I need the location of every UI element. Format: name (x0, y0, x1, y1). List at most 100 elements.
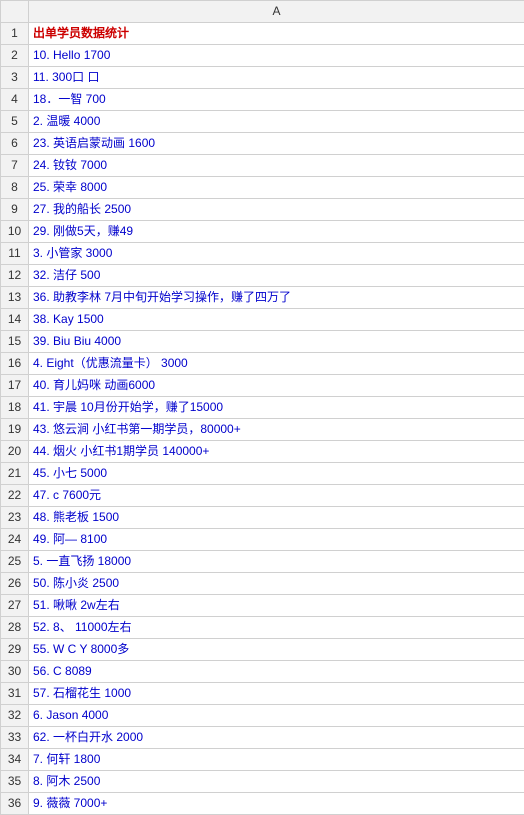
cell-value[interactable]: 23. 英语启蒙动画 1600 (29, 133, 524, 155)
row-number: 35 (1, 771, 29, 793)
cell-value[interactable]: 36. 助教李林 7月中旬开始学习操作，赚了四万了 (29, 287, 524, 309)
table-row: 1336. 助教李林 7月中旬开始学习操作，赚了四万了 (1, 287, 524, 309)
table-row: 255. 一直飞扬 18000 (1, 551, 524, 573)
row-number: 31 (1, 683, 29, 705)
row-number: 7 (1, 155, 29, 177)
row-number: 8 (1, 177, 29, 199)
table-row: 2852. 8、 11000左右 (1, 617, 524, 639)
table-row: 3056. C 8089 (1, 661, 524, 683)
row-number: 17 (1, 375, 29, 397)
row-number: 24 (1, 529, 29, 551)
table-row: 2044. 烟火 小红书1期学员 140000+ (1, 441, 524, 463)
corner-header (1, 1, 29, 23)
row-number: 27 (1, 595, 29, 617)
cell-value[interactable]: 3. 小管家 3000 (29, 243, 524, 265)
table-row: 2145. 小七 5000 (1, 463, 524, 485)
row-number: 16 (1, 353, 29, 375)
row-number: 13 (1, 287, 29, 309)
row-number: 12 (1, 265, 29, 287)
row-number: 10 (1, 221, 29, 243)
row-number: 3 (1, 67, 29, 89)
table-row: 1029. 刚做5天，赚49 (1, 221, 524, 243)
table-row: 2449. 阿— 8100 (1, 529, 524, 551)
row-number: 5 (1, 111, 29, 133)
row-number: 23 (1, 507, 29, 529)
row-number: 36 (1, 793, 29, 815)
row-number: 9 (1, 199, 29, 221)
table-row: 369. 薇薇 7000+ (1, 793, 524, 815)
row-number: 18 (1, 397, 29, 419)
table-row: 418．一智 700 (1, 89, 524, 111)
table-row: 1232. 洁仔 500 (1, 265, 524, 287)
cell-value[interactable]: 48. 熊老板 1500 (29, 507, 524, 529)
cell-value[interactable]: 出单学员数据统计 (29, 23, 524, 45)
cell-value[interactable]: 52. 8、 11000左右 (29, 617, 524, 639)
cell-value[interactable]: 5. 一直飞扬 18000 (29, 551, 524, 573)
table-row: 825. 荣幸 8000 (1, 177, 524, 199)
cell-value[interactable]: 4. Eight（优惠流量卡） 3000 (29, 353, 524, 375)
cell-value[interactable]: 55. W C Y 8000多 (29, 639, 524, 661)
cell-value[interactable]: 40. 育儿妈咪 动画6000 (29, 375, 524, 397)
cell-value[interactable]: 27. 我的船长 2500 (29, 199, 524, 221)
cell-value[interactable]: 50. 陈小炎 2500 (29, 573, 524, 595)
row-number: 2 (1, 45, 29, 67)
table-row: 2955. W C Y 8000多 (1, 639, 524, 661)
cell-value[interactable]: 38. Kay 1500 (29, 309, 524, 331)
table-row: 52. 温暖 4000 (1, 111, 524, 133)
row-number: 11 (1, 243, 29, 265)
col-a-header[interactable]: A (29, 1, 524, 23)
row-number: 28 (1, 617, 29, 639)
table-row: 623. 英语启蒙动画 1600 (1, 133, 524, 155)
cell-value[interactable]: 44. 烟火 小红书1期学员 140000+ (29, 441, 524, 463)
cell-value[interactable]: 45. 小七 5000 (29, 463, 524, 485)
row-number: 29 (1, 639, 29, 661)
row-number: 20 (1, 441, 29, 463)
row-number: 34 (1, 749, 29, 771)
table-row: 724. 钕钕 7000 (1, 155, 524, 177)
row-number: 22 (1, 485, 29, 507)
table-row: 1539. Biu Biu 4000 (1, 331, 524, 353)
cell-value[interactable]: 43. 悠云涧 小红书第一期学员，80000+ (29, 419, 524, 441)
cell-value[interactable]: 49. 阿— 8100 (29, 529, 524, 551)
row-number: 6 (1, 133, 29, 155)
cell-value[interactable]: 25. 荣幸 8000 (29, 177, 524, 199)
table-row: 113. 小管家 3000 (1, 243, 524, 265)
cell-value[interactable]: 56. C 8089 (29, 661, 524, 683)
cell-value[interactable]: 8. 阿木 2500 (29, 771, 524, 793)
row-number: 4 (1, 89, 29, 111)
table-row: 2751. 啾啾 2w左右 (1, 595, 524, 617)
cell-value[interactable]: 6. Jason 4000 (29, 705, 524, 727)
row-number: 32 (1, 705, 29, 727)
table-row: 1841. 宇晨 10月份开始学，赚了15000 (1, 397, 524, 419)
cell-value[interactable]: 11. 300口 口 (29, 67, 524, 89)
row-number: 30 (1, 661, 29, 683)
cell-value[interactable]: 41. 宇晨 10月份开始学，赚了15000 (29, 397, 524, 419)
table-row: 210. Hello 1700 (1, 45, 524, 67)
cell-value[interactable]: 39. Biu Biu 4000 (29, 331, 524, 353)
row-number: 1 (1, 23, 29, 45)
cell-value[interactable]: 57. 石榴花生 1000 (29, 683, 524, 705)
row-number: 15 (1, 331, 29, 353)
table-row: 1438. Kay 1500 (1, 309, 524, 331)
cell-value[interactable]: 24. 钕钕 7000 (29, 155, 524, 177)
cell-value[interactable]: 51. 啾啾 2w左右 (29, 595, 524, 617)
cell-value[interactable]: 47. c 7600元 (29, 485, 524, 507)
cell-value[interactable]: 9. 薇薇 7000+ (29, 793, 524, 815)
row-number: 14 (1, 309, 29, 331)
cell-value[interactable]: 2. 温暖 4000 (29, 111, 524, 133)
table-row: 2348. 熊老板 1500 (1, 507, 524, 529)
row-number: 19 (1, 419, 29, 441)
table-row: 1740. 育儿妈咪 动画6000 (1, 375, 524, 397)
table-row: 164. Eight（优惠流量卡） 3000 (1, 353, 524, 375)
row-number: 21 (1, 463, 29, 485)
table-row: 311. 300口 口 (1, 67, 524, 89)
cell-value[interactable]: 29. 刚做5天，赚49 (29, 221, 524, 243)
table-row: 347. 何轩 1800 (1, 749, 524, 771)
cell-value[interactable]: 7. 何轩 1800 (29, 749, 524, 771)
cell-value[interactable]: 32. 洁仔 500 (29, 265, 524, 287)
table-row: 927. 我的船长 2500 (1, 199, 524, 221)
table-row: 3157. 石榴花生 1000 (1, 683, 524, 705)
cell-value[interactable]: 10. Hello 1700 (29, 45, 524, 67)
table-row: 2650. 陈小炎 2500 (1, 573, 524, 595)
cell-value[interactable]: 18．一智 700 (29, 89, 524, 111)
